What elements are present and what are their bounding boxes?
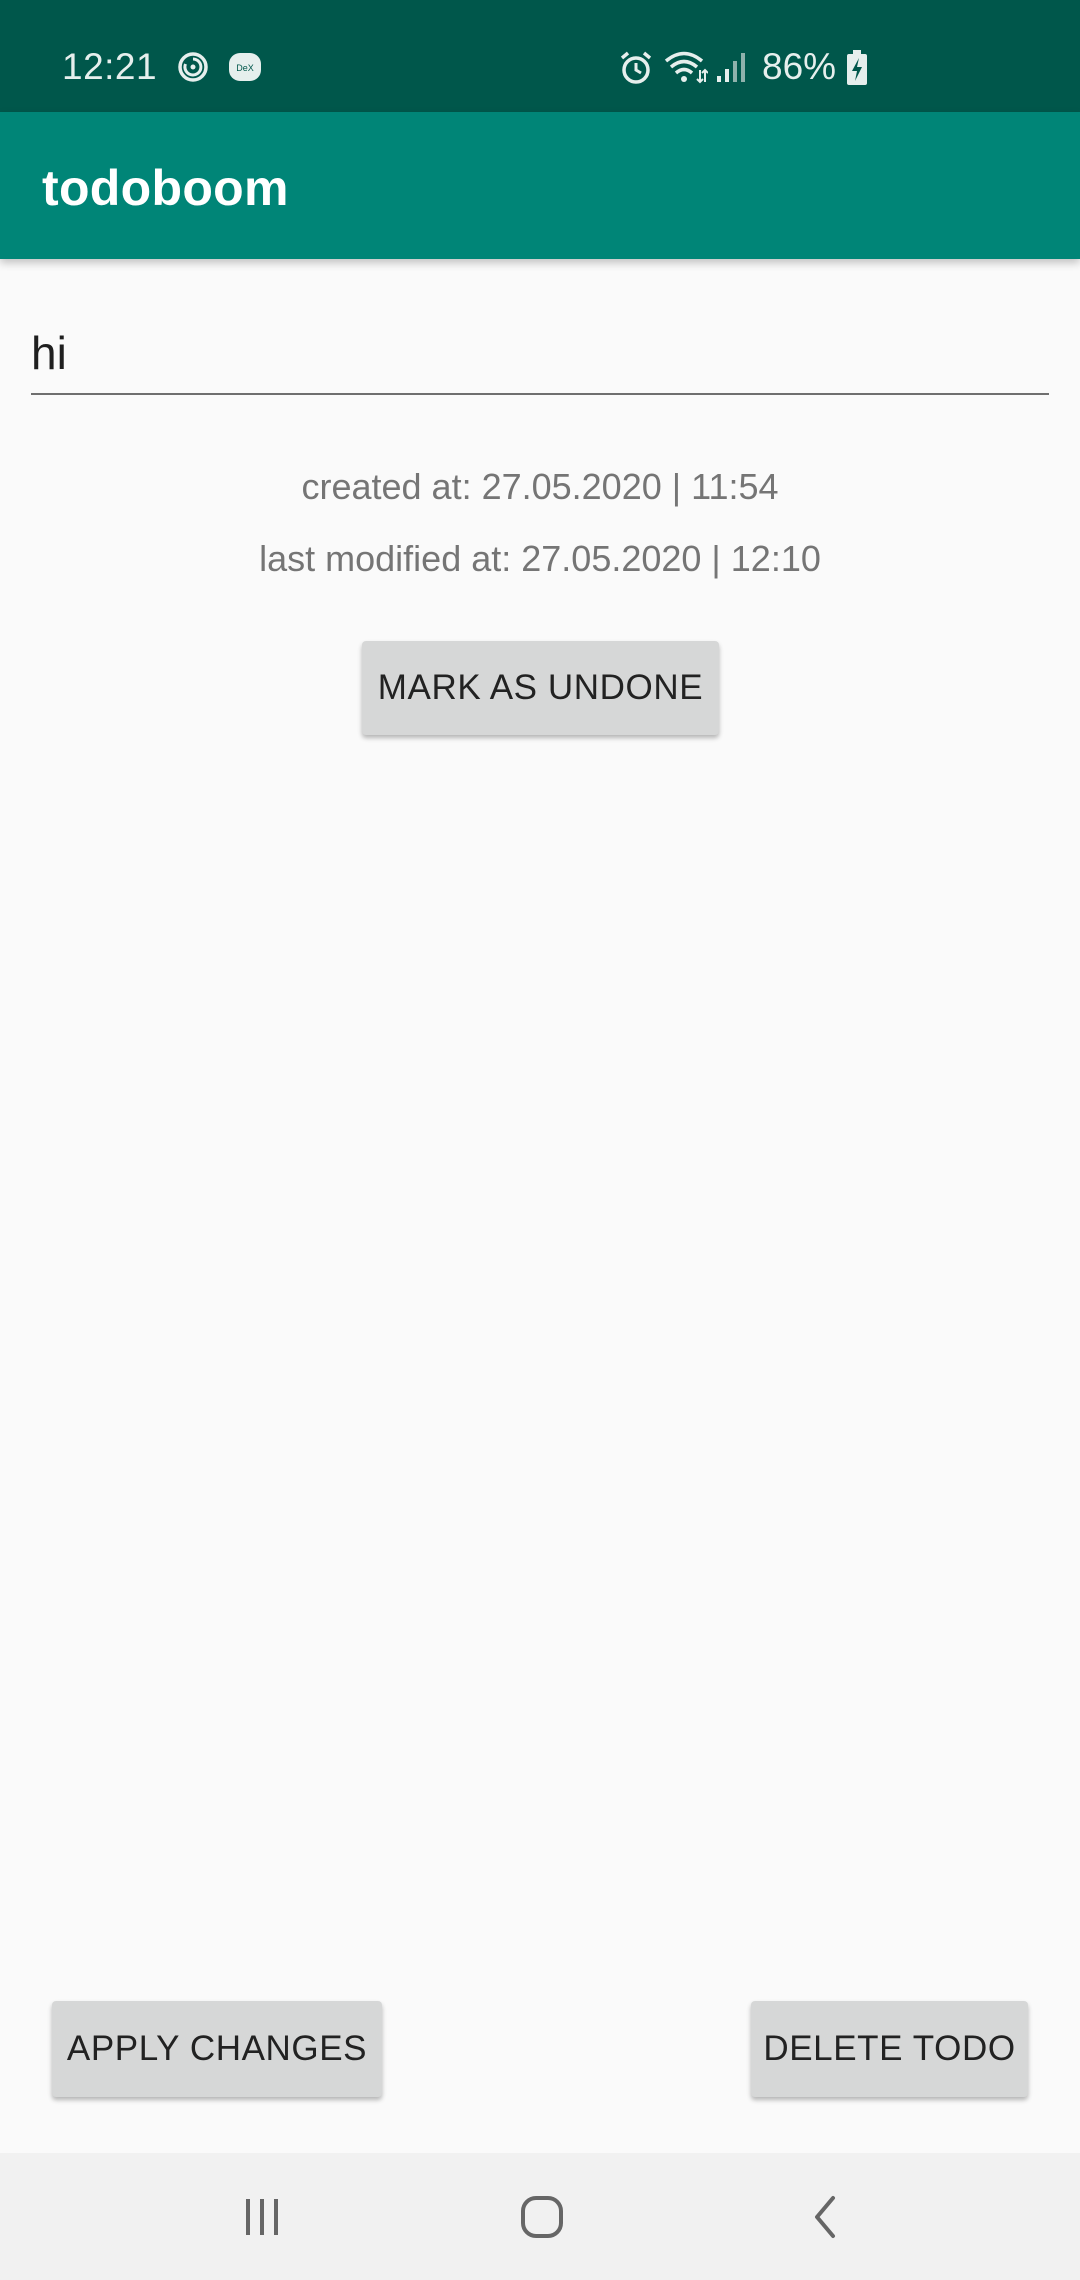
created-at-text: created at: 27.05.2020 | 11:54 <box>301 466 779 507</box>
apply-changes-button[interactable]: APPLY CHANGES <box>52 2001 382 2097</box>
home-icon <box>521 2196 563 2238</box>
navigation-bar <box>0 2153 1080 2280</box>
recents-button[interactable] <box>217 2181 307 2253</box>
back-icon <box>815 2196 835 2238</box>
signal-icon <box>717 53 745 82</box>
recents-icon <box>246 2199 278 2235</box>
status-bar: 12:21 DeX 86% <box>0 0 1080 112</box>
mark-as-undone-button[interactable]: MARK AS UNDONE <box>362 641 719 735</box>
svg-text:DeX: DeX <box>236 63 254 73</box>
last-modified-text: last modified at: 27.05.2020 | 12:10 <box>259 538 821 579</box>
sync-icon <box>178 52 208 82</box>
delete-todo-button[interactable]: DELETE TODO <box>751 2001 1028 2097</box>
todo-text-input[interactable] <box>31 320 1049 395</box>
alarm-icon <box>620 51 652 84</box>
wifi-icon <box>664 51 708 84</box>
dex-icon: DeX <box>229 53 261 81</box>
back-button[interactable] <box>779 2181 869 2253</box>
app-title: todoboom <box>42 160 289 216</box>
todo-text-field-wrapper <box>31 320 1049 398</box>
battery-charging-icon <box>847 50 867 85</box>
home-button[interactable] <box>497 2181 587 2253</box>
status-time: 12:21 <box>62 46 158 87</box>
app-bar: todoboom <box>0 112 1080 259</box>
battery-percent: 86% <box>762 46 837 87</box>
